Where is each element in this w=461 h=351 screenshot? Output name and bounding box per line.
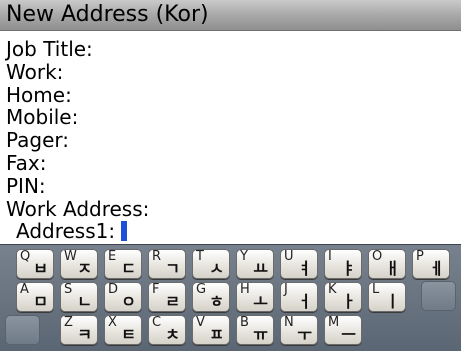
key-latin-label: X [108, 315, 117, 330]
key-k[interactable]: Kㅏ [324, 282, 362, 312]
key-hangul-label: ㅇ [121, 292, 136, 311]
key-latin-label: Z [64, 315, 73, 330]
field-work[interactable]: Work: [6, 60, 63, 84]
key-h[interactable]: Hㅗ [236, 282, 274, 312]
key-hangul-label: ㅔ [429, 259, 444, 278]
keyboard-blank-key-right [421, 281, 456, 311]
key-c[interactable]: Cㅊ [148, 315, 186, 345]
key-latin-label: U [284, 249, 294, 264]
key-a[interactable]: Aㅁ [16, 282, 54, 312]
field-pager[interactable]: Pager: [6, 128, 69, 152]
text-cursor [121, 221, 128, 241]
key-hangul-label: ㄹ [165, 292, 180, 311]
key-hangul-label: ㅂ [33, 259, 48, 278]
key-hangul-label: ㅛ [253, 259, 268, 278]
key-latin-label: Q [20, 249, 31, 264]
key-m[interactable]: Mㅡ [324, 315, 362, 345]
key-latin-label: B [240, 315, 249, 330]
key-hangul-label: ㅠ [253, 325, 268, 344]
key-p[interactable]: Pㅔ [412, 249, 450, 279]
key-hangul-label: ㅏ [341, 292, 356, 311]
key-latin-label: D [108, 282, 119, 297]
key-hangul-label: ㅕ [297, 259, 312, 278]
key-x[interactable]: Xㅌ [104, 315, 142, 345]
key-o[interactable]: Oㅐ [368, 249, 406, 279]
field-home[interactable]: Home: [6, 83, 72, 107]
field-work-address[interactable]: Work Address: [6, 197, 149, 221]
field-fax[interactable]: Fax: [6, 151, 47, 175]
screen: New Address (Kor) Job Title: Work: Home:… [0, 0, 461, 351]
key-s[interactable]: Sㄴ [60, 282, 98, 312]
key-latin-label: I [328, 249, 332, 264]
key-u[interactable]: Uㅕ [280, 249, 318, 279]
key-hangul-label: ㅁ [33, 292, 48, 311]
keyboard-blank-key-left-1 [5, 315, 40, 345]
key-hangul-label: ㄱ [165, 259, 180, 278]
key-latin-label: N [284, 315, 294, 330]
key-hangul-label: ㅅ [209, 259, 224, 278]
field-job-title[interactable]: Job Title: [6, 37, 93, 61]
key-n[interactable]: Nㅜ [280, 315, 318, 345]
key-latin-label: H [240, 282, 250, 297]
field-mobile[interactable]: Mobile: [6, 105, 78, 129]
key-latin-label: T [196, 249, 204, 264]
key-latin-label: O [372, 249, 383, 264]
key-t[interactable]: Tㅅ [192, 249, 230, 279]
key-latin-label: S [64, 282, 73, 297]
key-latin-label: F [152, 282, 160, 297]
key-latin-label: C [152, 315, 162, 330]
key-hangul-label: ㅐ [385, 259, 400, 278]
key-hangul-label: ㅡ [341, 325, 356, 344]
key-latin-label: Y [240, 249, 248, 264]
field-address1[interactable]: Address1: [16, 219, 128, 243]
key-hangul-label: ㅌ [121, 325, 136, 344]
key-hangul-label: ㅣ [385, 292, 400, 311]
key-hangul-label: ㅜ [297, 325, 312, 344]
key-b[interactable]: Bㅠ [236, 315, 274, 345]
key-l[interactable]: Lㅣ [368, 282, 406, 312]
key-latin-label: P [416, 249, 424, 264]
key-v[interactable]: Vㅍ [192, 315, 230, 345]
key-f[interactable]: Fㄹ [148, 282, 186, 312]
key-i[interactable]: Iㅑ [324, 249, 362, 279]
key-hangul-label: ㅊ [165, 325, 180, 344]
key-latin-label: G [196, 282, 207, 297]
key-d[interactable]: Dㅇ [104, 282, 142, 312]
key-hangul-label: ㅎ [209, 292, 224, 311]
key-latin-label: K [328, 282, 337, 297]
key-hangul-label: ㅑ [341, 259, 356, 278]
key-latin-label: M [328, 315, 340, 330]
key-latin-label: W [64, 249, 77, 264]
key-j[interactable]: Jㅓ [280, 282, 318, 312]
key-r[interactable]: Rㄱ [148, 249, 186, 279]
key-hangul-label: ㅓ [297, 292, 312, 311]
key-e[interactable]: Eㄷ [104, 249, 142, 279]
key-latin-label: L [372, 282, 380, 297]
key-hangul-label: ㄴ [77, 292, 92, 311]
korean-keyboard: QㅂWㅈEㄷRㄱTㅅYㅛUㅕIㅑOㅐPㅔAㅁSㄴDㅇFㄹGㅎHㅗJㅓKㅏLㅣZㅋ… [0, 244, 461, 351]
key-hangul-label: ㅍ [209, 325, 224, 344]
key-hangul-label: ㄷ [121, 259, 136, 278]
key-z[interactable]: Zㅋ [60, 315, 98, 345]
field-pin[interactable]: PIN: [6, 174, 46, 198]
key-hangul-label: ㅗ [253, 292, 268, 311]
key-latin-label: A [20, 282, 29, 297]
key-latin-label: V [196, 315, 205, 330]
field-address1-label: Address1: [16, 219, 116, 243]
key-latin-label: J [284, 282, 288, 297]
window-title: New Address (Kor) [6, 2, 209, 27]
key-y[interactable]: Yㅛ [236, 249, 274, 279]
key-g[interactable]: Gㅎ [192, 282, 230, 312]
key-q[interactable]: Qㅂ [16, 249, 54, 279]
title-bar: New Address (Kor) [0, 0, 461, 31]
key-hangul-label: ㅋ [77, 325, 92, 344]
key-w[interactable]: Wㅈ [60, 249, 98, 279]
key-latin-label: R [152, 249, 162, 264]
key-latin-label: E [108, 249, 117, 264]
key-hangul-label: ㅈ [77, 259, 92, 278]
